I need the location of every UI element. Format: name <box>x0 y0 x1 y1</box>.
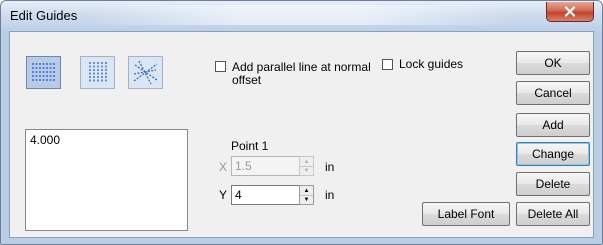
close-button[interactable] <box>546 2 594 22</box>
close-icon <box>564 6 576 17</box>
point-group-label: Point 1 <box>231 139 269 153</box>
add-button[interactable]: Add <box>516 113 590 137</box>
x-unit-label: in <box>325 160 335 174</box>
diagonal-guides-icon <box>133 60 158 85</box>
y-label: Y <box>219 188 228 202</box>
vertical-guides-icon <box>89 62 107 83</box>
delete-button[interactable]: Delete <box>516 172 590 196</box>
lock-guides-checkbox[interactable] <box>382 59 393 70</box>
y-unit-label: in <box>325 188 335 202</box>
diagonal-guides-tool[interactable] <box>128 56 163 89</box>
y-coordinate-spinner[interactable]: ▲ ▼ <box>299 185 314 205</box>
x-label: X <box>219 160 228 174</box>
horizontal-guides-tool[interactable] <box>26 56 61 89</box>
cancel-button[interactable]: Cancel <box>516 81 590 105</box>
vertical-guides-tool[interactable] <box>80 56 115 89</box>
y-coordinate-field[interactable]: 4 <box>231 185 301 205</box>
spin-down-icon[interactable]: ▼ <box>300 195 313 204</box>
ok-button[interactable]: OK <box>516 51 590 75</box>
x-coordinate-field[interactable]: 1.5 <box>231 156 301 176</box>
horizontal-guides-icon <box>32 63 55 81</box>
delete-all-button[interactable]: Delete All <box>516 202 590 226</box>
dialog-body: Add parallel line at normal offset Lock … <box>9 31 594 238</box>
spin-down-icon[interactable]: ▼ <box>300 166 313 175</box>
x-coordinate-spinner[interactable]: ▲ ▼ <box>299 156 314 176</box>
label-font-button[interactable]: Label Font <box>422 202 510 226</box>
change-button[interactable]: Change <box>516 142 590 166</box>
lock-guides-label: Lock guides <box>399 57 464 71</box>
parallel-line-label-continued: offset <box>232 73 262 87</box>
window-title: Edit Guides <box>10 8 78 23</box>
title-bar[interactable]: Edit Guides <box>1 1 602 31</box>
title-bar-glow <box>91 5 511 25</box>
list-item[interactable]: 4.000 <box>30 133 60 147</box>
guides-list[interactable]: 4.000 <box>25 129 188 231</box>
edit-guides-dialog: Edit Guides Add parallel line at normal … <box>0 0 603 245</box>
parallel-line-checkbox[interactable] <box>215 61 226 72</box>
